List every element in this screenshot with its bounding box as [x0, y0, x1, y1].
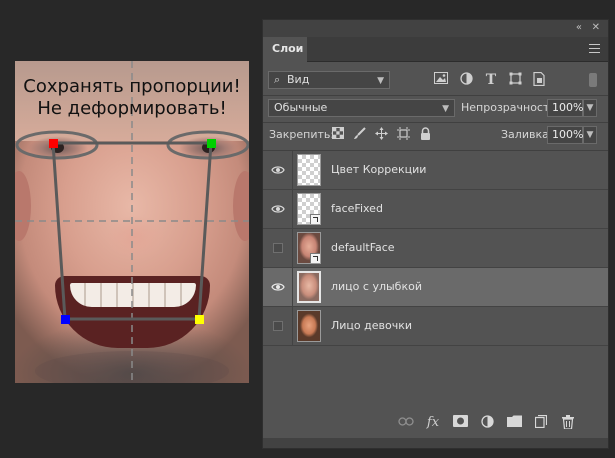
marker-red[interactable]: [49, 139, 58, 148]
layer-row[interactable]: faceFixed: [263, 190, 608, 229]
collapse-icon[interactable]: «: [576, 22, 582, 34]
layer-name[interactable]: defaultFace: [331, 229, 395, 267]
lock-all-icon[interactable]: [417, 127, 433, 143]
opacity-chevron-icon[interactable]: ▼: [583, 99, 597, 117]
fill-label: Заливка:: [501, 128, 553, 141]
panel-menu-icon[interactable]: [589, 44, 600, 53]
tab-layers[interactable]: Слои: [263, 37, 307, 62]
layer-visibility-toggle[interactable]: [263, 268, 293, 306]
layer-visibility-toggle[interactable]: [263, 190, 293, 228]
lock-position-icon[interactable]: [373, 127, 389, 143]
caption-line-1: Сохранять пропорции!: [23, 76, 241, 97]
fill-chevron-icon[interactable]: ▼: [583, 126, 597, 144]
layer-visibility-toggle[interactable]: [263, 151, 293, 189]
visibility-off-box: [273, 243, 283, 253]
layer-thumbnail: [297, 310, 321, 342]
adjustment-icon[interactable]: [478, 415, 496, 431]
layers-list: Цвет Коррекции faceFixed defaultFace лиц…: [263, 151, 608, 346]
layer-row[interactable]: Лицо девочки: [263, 307, 608, 346]
lock-transparent-pixels-icon[interactable]: [330, 127, 346, 143]
blend-mode-dropdown[interactable]: Обычные ▼: [268, 99, 455, 117]
panel-tabbar: Слои: [263, 37, 608, 62]
layer-row[interactable]: Цвет Коррекции: [263, 151, 608, 190]
caption-line-2: Не деформировать!: [37, 98, 227, 119]
blend-row: Обычные ▼ Непрозрачность: 100% ▼: [263, 98, 608, 120]
lock-image-pixels-icon[interactable]: [351, 127, 367, 143]
chevron-down-icon: ▼: [442, 104, 449, 114]
layer-thumbnail: [297, 232, 321, 264]
eye-icon: [271, 283, 285, 291]
filter-type-icon[interactable]: T: [483, 72, 499, 88]
link-icon[interactable]: [397, 415, 415, 431]
layer-thumbnail: [297, 271, 321, 303]
blend-mode-value: Обычные: [274, 101, 328, 114]
trash-icon[interactable]: [559, 415, 577, 431]
close-icon[interactable]: ✕: [592, 22, 600, 34]
lock-artboard-icon[interactable]: [395, 127, 411, 143]
filter-toggle-switch[interactable]: [589, 73, 597, 87]
filter-row: ⌕ Вид ▼ T: [263, 70, 608, 92]
chevron-down-icon: ▼: [377, 76, 384, 86]
layer-row-selected[interactable]: лицо с улыбкой: [263, 268, 608, 307]
folder-icon[interactable]: [505, 415, 523, 431]
layer-thumbnail: [297, 193, 321, 225]
fill-input[interactable]: 100%: [547, 126, 583, 144]
layer-visibility-toggle[interactable]: [263, 307, 293, 345]
layer-name[interactable]: лицо с улыбкой: [331, 268, 422, 306]
marker-yellow[interactable]: [195, 315, 204, 324]
filter-kind-label: Вид: [287, 73, 310, 86]
panel-title-strip: « ✕: [263, 20, 608, 37]
filter-pixel-icon[interactable]: [433, 72, 449, 88]
panel-bottom-strip: [263, 438, 608, 448]
marker-blue[interactable]: [61, 315, 70, 324]
eye-icon: [271, 205, 285, 213]
layers-panel: « ✕ Слои ⌕ Вид ▼ T Обычные ▼ Непрозрачно…: [262, 19, 609, 449]
smart-object-badge-icon: [310, 253, 320, 263]
smart-object-badge-icon: [310, 214, 320, 224]
layer-visibility-toggle[interactable]: [263, 229, 293, 267]
opacity-label: Непрозрачность:: [461, 101, 560, 114]
filter-smart-object-icon[interactable]: [531, 71, 547, 88]
marker-green[interactable]: [207, 139, 216, 148]
layer-name[interactable]: Лицо девочки: [331, 307, 412, 345]
layer-name[interactable]: faceFixed: [331, 190, 383, 228]
layer-row[interactable]: defaultFace: [263, 229, 608, 268]
mask-icon[interactable]: [451, 415, 469, 431]
layer-name[interactable]: Цвет Коррекции: [331, 151, 426, 189]
layer-thumbnail: [297, 154, 321, 186]
lock-label: Закрепить:: [269, 128, 335, 141]
filter-adjustment-icon[interactable]: [458, 72, 474, 88]
new-layer-icon[interactable]: [532, 414, 550, 431]
visibility-off-box: [273, 321, 283, 331]
fx-icon[interactable]: fx: [424, 415, 442, 431]
filter-shape-icon[interactable]: [507, 72, 523, 88]
document-canvas[interactable]: Сохранять пропорции! Не деформировать!: [15, 61, 249, 383]
lock-row: Закрепить: Заливка: 100% ▼: [263, 125, 608, 147]
layers-bottom-toolbar: fx: [263, 410, 608, 436]
opacity-input[interactable]: 100%: [547, 99, 583, 117]
filter-kind-dropdown[interactable]: ⌕ Вид ▼: [268, 71, 390, 89]
search-icon: ⌕: [274, 73, 281, 86]
eye-icon: [271, 166, 285, 174]
